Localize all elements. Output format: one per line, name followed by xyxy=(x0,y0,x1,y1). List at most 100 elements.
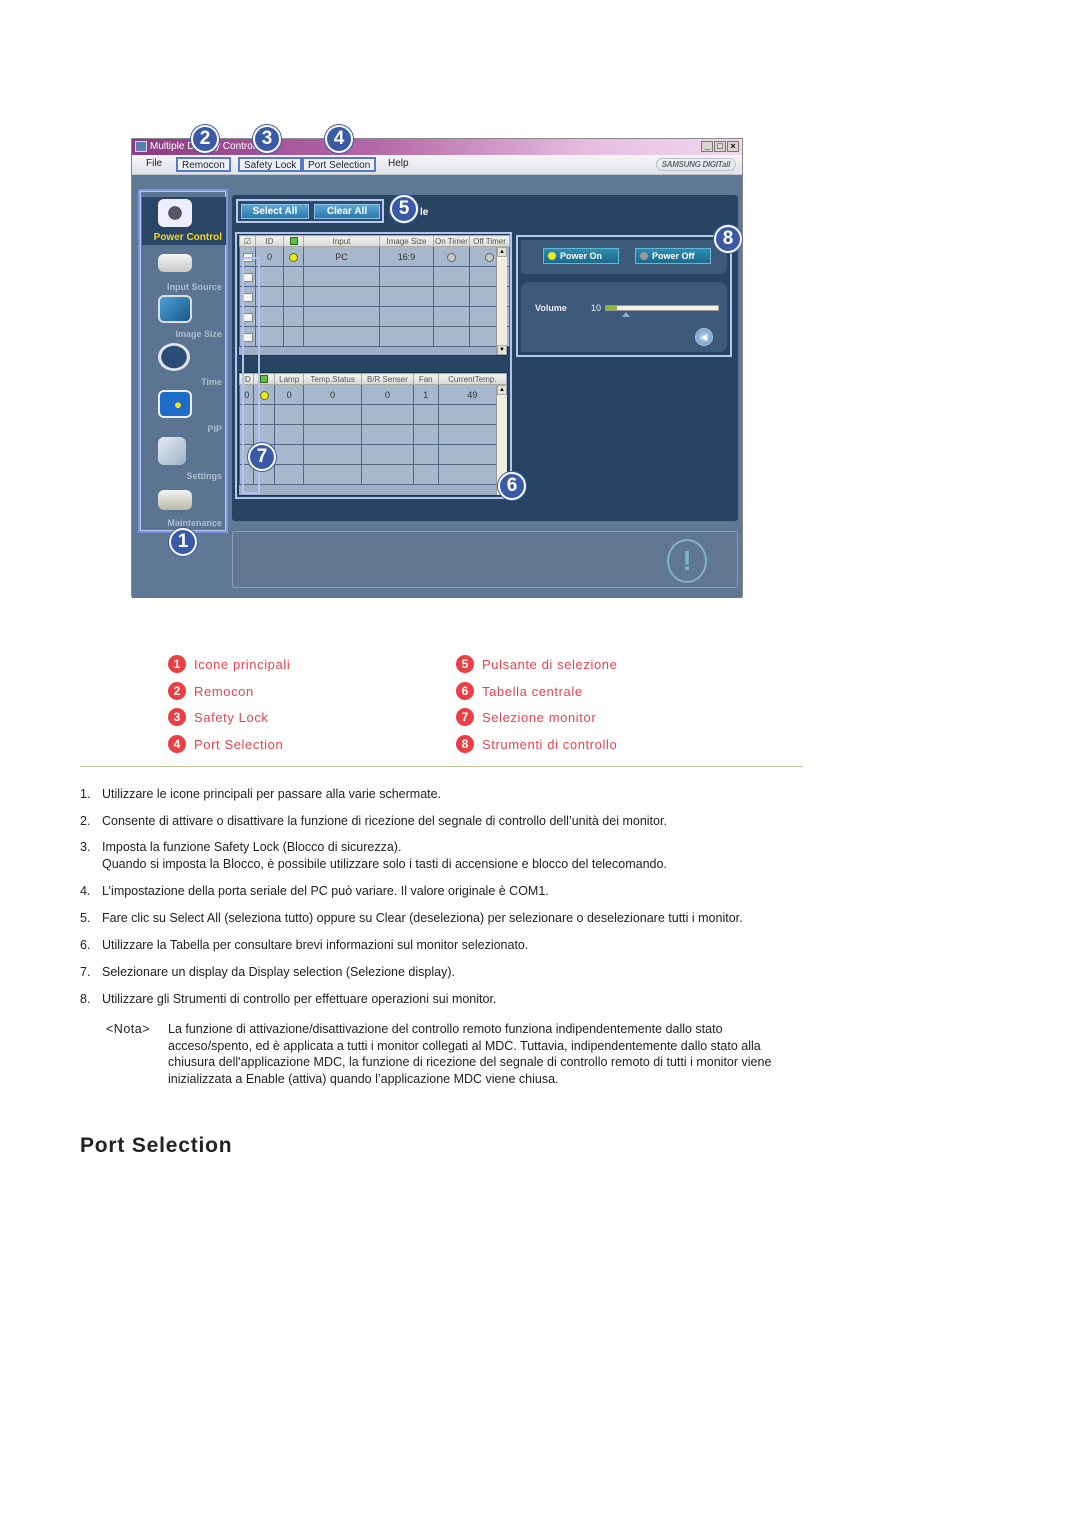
menu-bar: File Remocon Safety Lock Port Selection … xyxy=(132,155,742,175)
samsung-logo: SAMSUNG DIGITall xyxy=(655,158,736,171)
table-row[interactable]: 0 0 0 0 1 49 xyxy=(238,384,508,405)
status-on-icon xyxy=(259,390,269,400)
cell-input: PC xyxy=(303,246,380,267)
step-number: 5. xyxy=(80,911,91,925)
cell-br-senser: 0 xyxy=(361,384,414,405)
row-checkbox[interactable] xyxy=(242,332,253,342)
sidebar-label: Image Size xyxy=(175,329,222,339)
col-id: ID xyxy=(238,373,255,385)
select-all-button[interactable]: Select All xyxy=(241,204,309,219)
minimize-icon[interactable]: _ xyxy=(701,141,713,152)
sidebar-label: PIP xyxy=(207,424,222,434)
col-current-temp: CurrentTemp. xyxy=(437,373,508,385)
off-timer-icon xyxy=(485,252,494,262)
maximize-icon[interactable]: □ xyxy=(714,141,726,152)
section-divider xyxy=(80,766,803,767)
power-on-button[interactable]: Power On xyxy=(543,248,619,264)
section-title: Port Selection xyxy=(80,1134,233,1157)
cell-temp-status: 0 xyxy=(303,384,363,405)
scroll-up-icon[interactable]: ▲ xyxy=(497,385,507,395)
scroll-up-icon[interactable]: ▲ xyxy=(497,247,507,257)
legend-number-icon: 1 xyxy=(168,655,186,673)
sidebar-label: Settings xyxy=(186,471,222,481)
legend-number-icon: 3 xyxy=(168,708,186,726)
sidebar-item-image-size[interactable]: Image Size xyxy=(142,293,226,341)
step-number: 1. xyxy=(80,787,91,801)
col-lamp: Lamp xyxy=(274,373,305,385)
power-on-label: Power On xyxy=(560,251,603,261)
sidebar-item-pip[interactable]: PIP xyxy=(142,388,226,436)
image-size-icon xyxy=(158,295,192,323)
col-fan: Fan xyxy=(412,373,439,385)
volume-slider[interactable] xyxy=(605,305,719,311)
callout-2: 2 xyxy=(191,125,219,153)
power-on-led-icon xyxy=(548,252,556,260)
sidebar-item-input-source[interactable]: Input Source xyxy=(142,246,226,294)
step-text: Consente di attivare o disattivare la fu… xyxy=(102,814,667,828)
settings-icon xyxy=(158,437,186,465)
callout-7: 7 xyxy=(248,443,276,471)
menu-port-selection[interactable]: Port Selection xyxy=(302,157,377,172)
clear-all-button[interactable]: Clear All xyxy=(314,204,380,219)
close-icon[interactable]: × xyxy=(727,141,739,152)
sidebar-item-settings[interactable]: Settings xyxy=(142,435,226,483)
message-area: ! xyxy=(232,531,738,588)
col-br-senser: B/R Senser xyxy=(361,373,414,385)
select-all-checkbox[interactable]: ☑ xyxy=(239,235,256,247)
sidebar-label: Power Control xyxy=(153,232,222,243)
table-row[interactable] xyxy=(239,326,510,347)
warning-icon: ! xyxy=(667,539,707,583)
legend-label: Tabella centrale xyxy=(482,684,583,699)
table-row[interactable] xyxy=(238,444,508,465)
table-row[interactable] xyxy=(239,306,510,327)
speaker-mute-icon[interactable]: ◀ xyxy=(695,328,713,346)
menu-help[interactable]: Help xyxy=(384,157,413,172)
legend-label: Remocon xyxy=(194,684,254,699)
note-tag: <Nota> xyxy=(106,1022,151,1036)
table-row[interactable] xyxy=(238,464,508,485)
sidebar-label: Time xyxy=(201,377,222,387)
menu-remocon[interactable]: Remocon xyxy=(176,157,231,172)
scroll-down-icon[interactable]: ▼ xyxy=(497,345,507,355)
legend-label: Pulsante di selezione xyxy=(482,657,618,672)
sidebar-item-maintenance[interactable]: Maintenance xyxy=(142,482,226,530)
mdc-app-screenshot: Multiple Display Control _ □ × File Remo… xyxy=(131,125,743,598)
step-number: 6. xyxy=(80,938,91,952)
row-checkbox[interactable] xyxy=(242,252,253,262)
sidebar-label: Maintenance xyxy=(167,518,222,528)
table-row[interactable] xyxy=(238,404,508,425)
row-checkbox[interactable] xyxy=(242,272,253,282)
menu-safety-lock[interactable]: Safety Lock xyxy=(238,157,303,172)
control-tools-panel: Power On Power Off Volume 10 ◀ xyxy=(516,235,732,357)
col-off-timer: Off Timer xyxy=(469,235,510,247)
row-checkbox[interactable] xyxy=(242,312,253,322)
legend-label: Port Selection xyxy=(194,737,284,752)
volume-slider-thumb[interactable] xyxy=(622,312,631,317)
sidebar-item-time[interactable]: Time xyxy=(142,341,226,389)
cell-id: 0 xyxy=(238,384,255,405)
top-table-scrollbar[interactable]: ▲ ▼ xyxy=(496,247,507,355)
table-row[interactable] xyxy=(239,266,510,287)
row-checkbox[interactable] xyxy=(242,292,253,302)
power-off-button[interactable]: Power Off xyxy=(635,248,711,264)
input-source-icon xyxy=(158,254,192,272)
legend-number-icon: 2 xyxy=(168,682,186,700)
note-text: La funzione di attivazione/disattivazion… xyxy=(168,1022,772,1086)
step-text: Utilizzare le icone principali per passa… xyxy=(102,787,442,801)
menu-file[interactable]: File xyxy=(142,157,166,172)
table-header-row: ☑ ID Input Image Size On Timer Off Timer xyxy=(239,235,510,247)
cell-fan: 1 xyxy=(412,384,439,405)
step-number: 8. xyxy=(80,992,91,1006)
step-text: L’impostazione della porta seriale del P… xyxy=(102,884,549,898)
cell-image-size: 16:9 xyxy=(379,246,434,267)
table-row[interactable]: 0 PC 16:9 xyxy=(239,246,510,267)
maintenance-icon xyxy=(158,490,192,510)
table-row[interactable] xyxy=(239,286,510,307)
legend-label: Selezione monitor xyxy=(482,710,597,725)
volume-value: 10 xyxy=(591,303,602,313)
table-row[interactable] xyxy=(238,424,508,445)
sidebar-label: Input Source xyxy=(166,282,222,292)
sidebar-item-power-control[interactable]: Power Control xyxy=(142,197,226,245)
power-off-led-icon xyxy=(640,252,648,260)
status-on-icon xyxy=(289,252,298,262)
